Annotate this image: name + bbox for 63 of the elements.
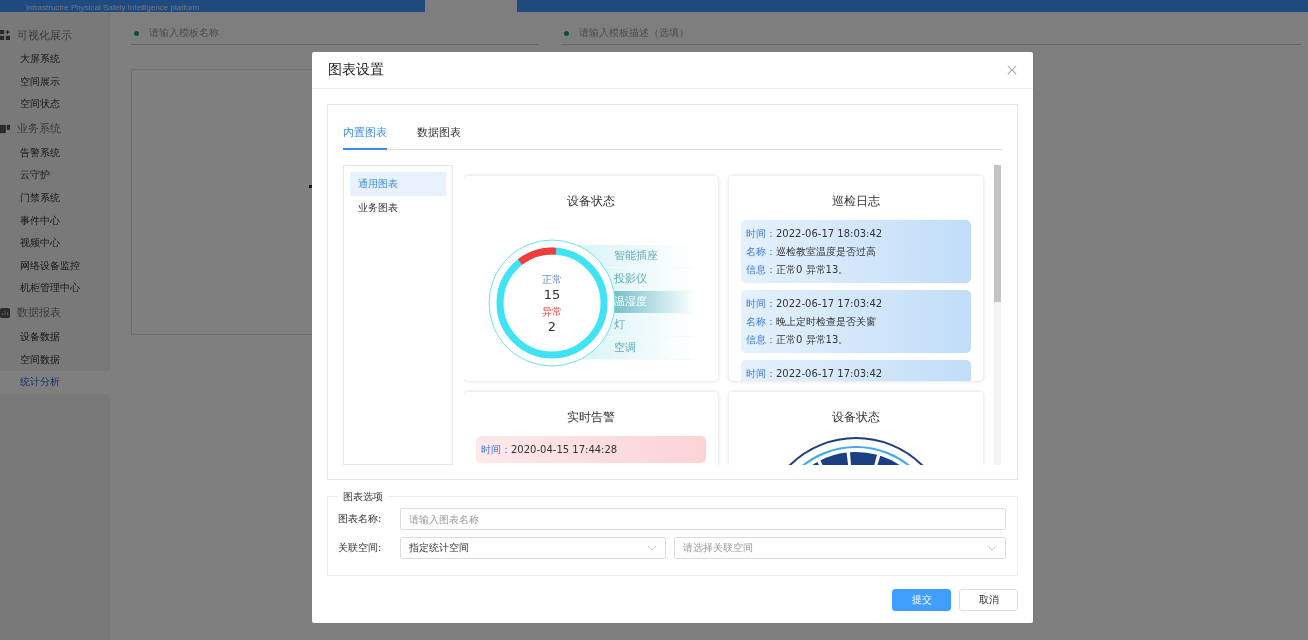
sidebar-item[interactable]: 空间展示 bbox=[0, 70, 110, 94]
field-value: 2020-04-15 17:44:28 bbox=[511, 443, 618, 457]
category-item[interactable]: 通用图表 bbox=[350, 172, 446, 196]
field-label: 名称： bbox=[746, 245, 776, 259]
options-legend: 图表选项 bbox=[338, 490, 388, 504]
chevron-down-icon bbox=[647, 544, 657, 552]
header-tab[interactable] bbox=[425, 0, 517, 12]
chevron-down-icon bbox=[987, 544, 997, 552]
sidebar-item[interactable]: 告警系统 bbox=[0, 141, 110, 165]
field-label: 时间： bbox=[481, 443, 511, 457]
field-label: 时间： bbox=[746, 227, 776, 241]
field-label: 时间： bbox=[746, 297, 776, 311]
field-value: 晚上定时检查是否关窗 bbox=[776, 315, 876, 329]
field-value: 2022-06-17 17:03:42 bbox=[776, 367, 883, 381]
sidebar-item[interactable]: 大屏系统 bbox=[0, 48, 110, 71]
chart-title: 实时告警 bbox=[566, 409, 616, 426]
field-value: 2022-06-17 17:03:42 bbox=[776, 297, 883, 311]
field-label: 信息： bbox=[746, 263, 776, 277]
field-value: 2022-06-17 18:03:42 bbox=[776, 227, 883, 241]
chart-title: 设备状态 bbox=[566, 193, 616, 210]
field-value: 正常0 异常13。 bbox=[776, 333, 849, 347]
sidebar-item[interactable]: 云守护 bbox=[0, 164, 110, 187]
group-icon bbox=[0, 123, 10, 134]
close-icon[interactable] bbox=[1007, 65, 1017, 75]
sidebar-item[interactable]: 事件中心 bbox=[0, 209, 110, 233]
scrollbar[interactable] bbox=[994, 165, 1001, 465]
normal-label: 正常 bbox=[542, 272, 562, 287]
sidebar-item[interactable]: 视频中心 bbox=[0, 232, 110, 255]
sidebar-item[interactable]: 网络设备监控 bbox=[0, 254, 110, 278]
form-label: 图表名称: bbox=[338, 512, 383, 526]
abnormal-count: 2 bbox=[547, 318, 557, 334]
dialog-title: 图表设置 bbox=[328, 61, 384, 79]
field-value: 正常0 异常13。 bbox=[776, 263, 849, 277]
field-label: 时间： bbox=[746, 367, 776, 381]
category-item[interactable]: 业务图表 bbox=[350, 196, 446, 220]
sidebar-item[interactable]: 空间状态 bbox=[0, 93, 110, 116]
chart-card[interactable]: 巡检日志 时间：2022-06-17 18:03:42 名称：巡检教室温度是否过高 信息：正常0 异常13。 时间：2022-06-17 17:03:42 名称：晚上定时检查是否关窗 信息：正常0 异常13。 时间：2022-06-17 17:03:42 bbox=[729, 176, 983, 381]
field-label: 信息： bbox=[746, 333, 776, 347]
sidebar-item[interactable]: 统计分析 bbox=[0, 371, 110, 394]
abnormal-label: 异常 bbox=[542, 304, 562, 319]
tab[interactable]: 内置图表 bbox=[343, 125, 387, 150]
space-type-select[interactable]: 指定统计空间 bbox=[400, 537, 666, 559]
tab[interactable]: 数据图表 bbox=[417, 125, 461, 150]
submit-button[interactable]: 提交 bbox=[892, 589, 951, 611]
sidebar-item[interactable]: 门禁系统 bbox=[0, 186, 110, 210]
chart-name-input[interactable]: 请输入图表名称 bbox=[400, 508, 1006, 530]
form-label: 关联空间: bbox=[338, 541, 383, 555]
chart-title: 设备状态 bbox=[831, 409, 881, 426]
space-select[interactable]: 请选择关联空间 bbox=[674, 537, 1006, 559]
normal-count: 15 bbox=[543, 286, 561, 302]
group-icon bbox=[0, 30, 10, 40]
chart-title: 巡检日志 bbox=[831, 193, 881, 210]
platform-subtitle: Infrastructre Physical Safety Intelligence platform bbox=[26, 3, 200, 12]
chart-card[interactable]: 设备状态 bbox=[729, 392, 983, 465]
sidebar-item[interactable]: 机柜管理中心 bbox=[0, 277, 110, 300]
cancel-button[interactable]: 取消 bbox=[959, 589, 1018, 611]
field-value: 巡检教室温度是否过高 bbox=[776, 245, 876, 259]
field-label: 名称： bbox=[746, 315, 776, 329]
chart-card[interactable]: 设备状态 智能插座 投影仪 温湿度 灯 空调 正常 15 异常 2 bbox=[464, 176, 718, 381]
group-icon bbox=[0, 307, 10, 318]
sidebar-item[interactable]: 设备数据 bbox=[0, 325, 110, 349]
chart-card[interactable]: 实时告警 时间：2020-04-15 17:44:28 bbox=[464, 392, 718, 465]
sidebar-group-label[interactable]: 业务系统 bbox=[17, 121, 61, 137]
